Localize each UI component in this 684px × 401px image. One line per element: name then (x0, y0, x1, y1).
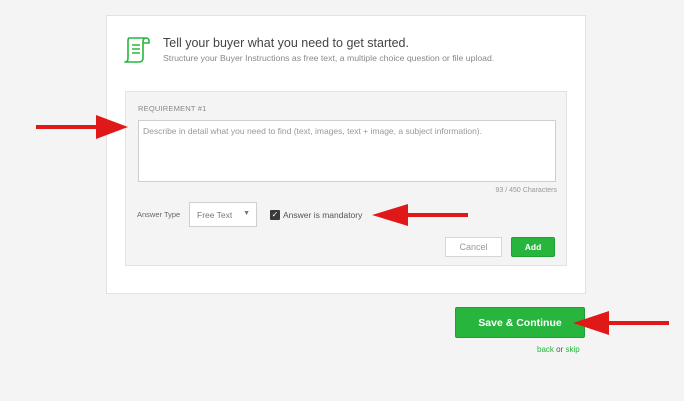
checkmark-icon: ✓ (271, 210, 279, 219)
chevron-down-icon: ▼ (243, 210, 250, 217)
arrow-right-icon (36, 115, 128, 139)
scroll-document-icon (124, 37, 150, 63)
add-button[interactable]: Add (511, 237, 555, 257)
answer-type-select[interactable]: Free Text ▼ (189, 202, 257, 227)
back-link[interactable]: back (537, 345, 554, 354)
requirements-card: Tell your buyer what you need to get sta… (106, 15, 586, 294)
page-subtitle: Structure your Buyer Instructions as fre… (163, 53, 495, 63)
page-title: Tell your buyer what you need to get sta… (163, 36, 409, 50)
answer-type-label: Answer Type (137, 210, 181, 219)
arrow-left-icon (372, 204, 468, 226)
cancel-button[interactable]: Cancel (445, 237, 502, 257)
back-skip-links: back or skip (537, 345, 580, 354)
or-text: or (556, 345, 564, 354)
mandatory-checkbox[interactable]: ✓ (270, 210, 280, 220)
answer-type-value: Free Text (197, 210, 233, 220)
requirement-label: REQUIREMENT #1 (138, 104, 207, 113)
save-continue-button[interactable]: Save & Continue (455, 307, 585, 338)
arrow-left-icon (573, 311, 669, 335)
mandatory-label[interactable]: Answer is mandatory (283, 210, 362, 220)
requirement-panel: REQUIREMENT #1 93 / 450 Characters Answe… (125, 91, 567, 266)
requirement-textarea[interactable] (138, 120, 556, 182)
character-count: 93 / 450 Characters (495, 187, 557, 194)
skip-link[interactable]: skip (566, 345, 580, 354)
